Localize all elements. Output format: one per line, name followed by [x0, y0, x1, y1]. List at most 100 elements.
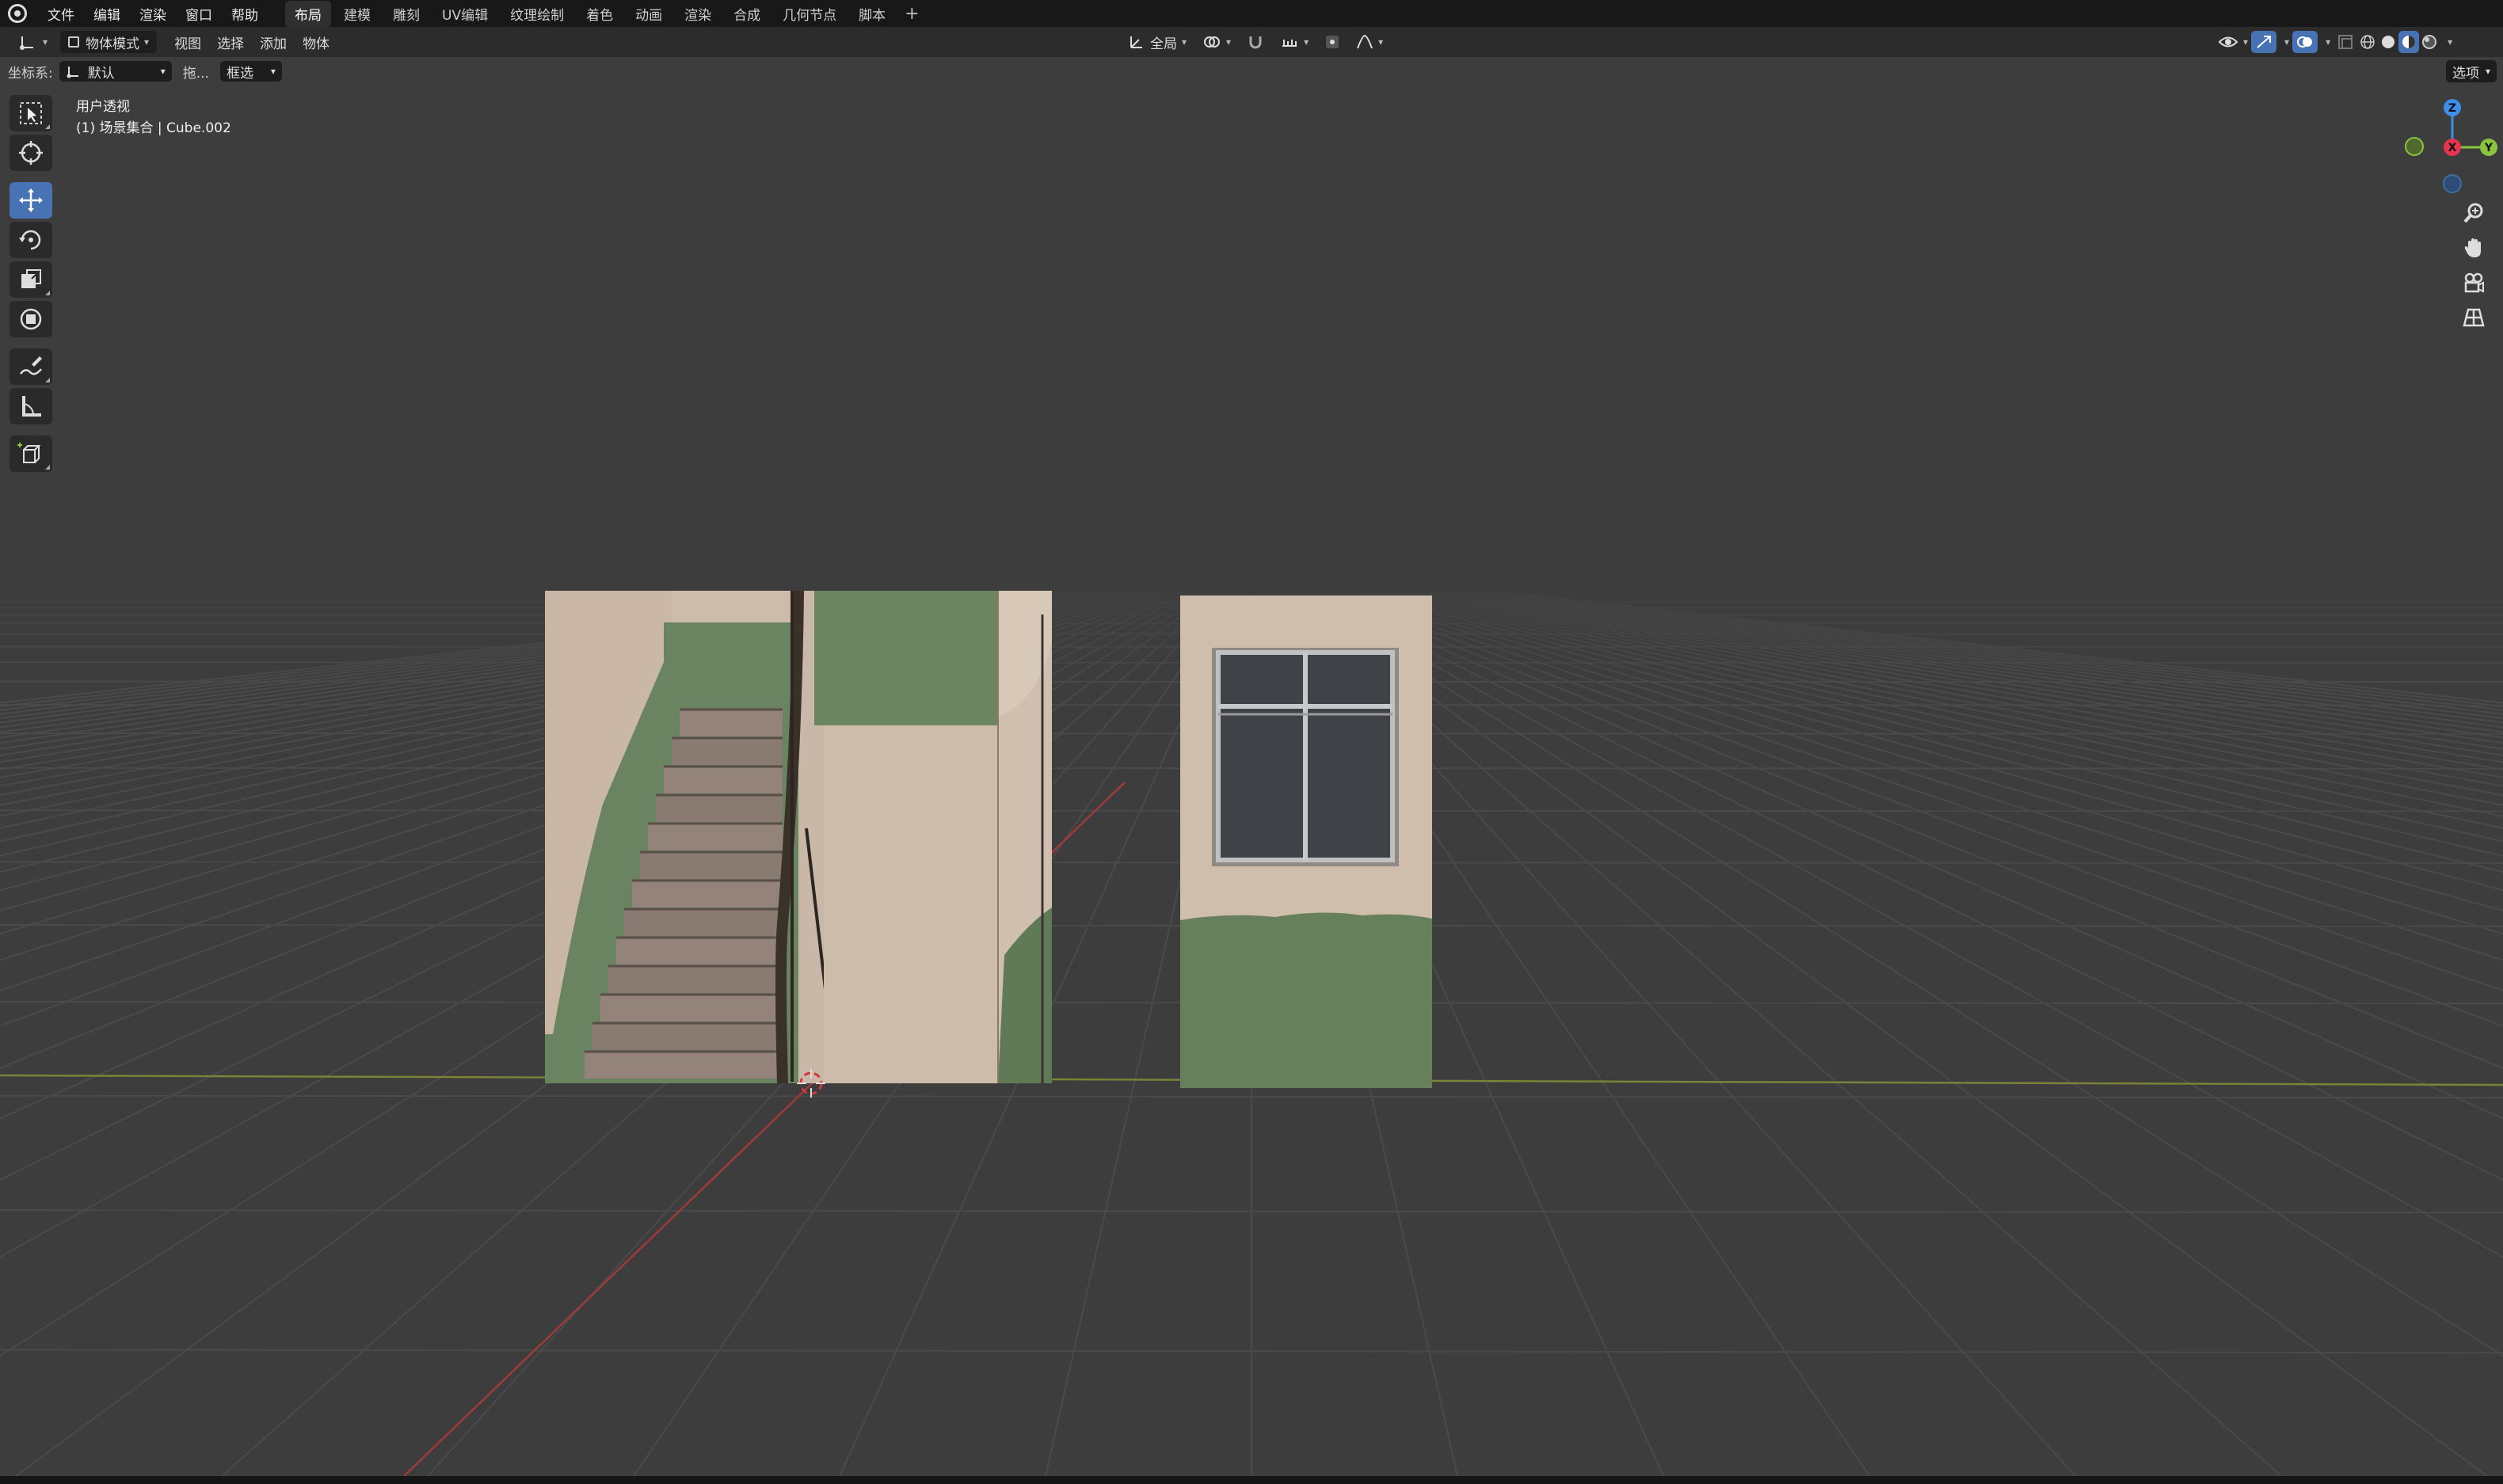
hand-icon: [2464, 238, 2481, 257]
visibility-dropdown[interactable]: ▾: [2215, 31, 2251, 53]
falloff-dropdown[interactable]: ▾: [1348, 31, 1391, 53]
orientation-label: 全局: [1150, 36, 1177, 52]
chevron-down-icon: ▾: [2486, 66, 2491, 77]
blender-logo-icon[interactable]: [8, 4, 27, 23]
tab-shading[interactable]: 着色: [577, 1, 623, 27]
mode-label: 物体模式: [86, 36, 140, 52]
snap-increment-icon: [1282, 40, 1297, 47]
tab-geometry-nodes[interactable]: 几何节点: [773, 1, 846, 27]
pivot-point-dropdown[interactable]: ▾: [1194, 31, 1239, 53]
expand-corner-icon: [45, 124, 50, 129]
menu-render[interactable]: 渲染: [130, 4, 176, 24]
tab-layout[interactable]: 布局: [285, 0, 331, 27]
menu-edit[interactable]: 编辑: [84, 4, 130, 24]
tool-scale[interactable]: [10, 261, 52, 298]
add-workspace-button[interactable]: +: [897, 4, 927, 24]
coord-system-dropdown[interactable]: 默认 ▾: [59, 61, 172, 82]
axis-gizmo[interactable]: Z Y X: [2376, 93, 2503, 204]
chevron-down-icon: ▾: [1226, 36, 1232, 48]
tool-measure[interactable]: [10, 388, 52, 424]
menu-object[interactable]: 物体: [295, 31, 337, 53]
tab-sculpting[interactable]: 雕刻: [383, 1, 429, 27]
transform-orientation-dropdown[interactable]: 全局 ▾: [1120, 31, 1194, 53]
menu-add[interactable]: 添加: [252, 31, 295, 53]
proportional-edit-toggle[interactable]: [1316, 31, 1348, 53]
mode-dropdown[interactable]: 物体模式 ▾: [60, 31, 158, 53]
tool-annotate[interactable]: [10, 348, 52, 385]
ortho-toggle-button[interactable]: [2457, 301, 2490, 334]
snap-target-dropdown[interactable]: ▾: [1272, 31, 1316, 53]
navigation-gizmo[interactable]: Z Y X: [2376, 93, 2503, 204]
tab-animation[interactable]: 动画: [626, 1, 672, 27]
chevron-down-icon: ▾: [1378, 36, 1384, 48]
chevron-down-icon: ▾: [144, 36, 150, 48]
shading-dropdown[interactable]: ▾: [2440, 31, 2455, 53]
top-menu-bar: 文件 编辑 渲染 窗口 帮助 布局 建模 雕刻 UV编辑 纹理绘制 着色 动画 …: [0, 0, 2503, 27]
gizmo-icon: [2257, 36, 2272, 48]
expand-corner-icon: [45, 378, 50, 382]
overlays-toggle[interactable]: [2292, 31, 2318, 53]
stairwell-wall-object[interactable]: [545, 591, 1052, 1094]
rendered-sphere-icon: [2422, 35, 2437, 49]
tool-move[interactable]: [10, 182, 52, 219]
select-mode-dropdown[interactable]: 框选 ▾: [219, 61, 282, 82]
camera-icon: [2464, 272, 2484, 293]
menu-view[interactable]: 视图: [166, 31, 209, 53]
tool-rotate[interactable]: [10, 222, 52, 258]
drag-label: 拖...: [182, 65, 209, 82]
snap-toggle[interactable]: [1239, 31, 1272, 53]
editor-type-icon: [20, 36, 33, 50]
zoom-button[interactable]: [2457, 196, 2490, 230]
editor-type-button[interactable]: ▾: [11, 31, 55, 53]
coord-system-label: 坐标系:: [8, 65, 53, 82]
zoom-icon: [2463, 203, 2483, 223]
chevron-down-icon: ▾: [270, 66, 276, 77]
window-wall-object[interactable]: [1180, 596, 1432, 1088]
select-box-icon: [20, 102, 42, 124]
shading-material-button[interactable]: [2398, 31, 2420, 53]
gizmo-toggle[interactable]: [2251, 31, 2277, 53]
collection-info: (1) 场景集合 | Cube.002: [76, 120, 231, 136]
axis-icon: [67, 67, 78, 78]
tool-cursor[interactable]: [10, 135, 52, 171]
3d-cursor-icon[interactable]: [795, 1067, 827, 1099]
menu-select[interactable]: 选择: [209, 31, 252, 53]
magnet-icon: [1249, 36, 1262, 49]
tab-compositing[interactable]: 合成: [724, 1, 770, 27]
pan-button[interactable]: [2457, 231, 2490, 264]
expand-corner-icon: [45, 291, 50, 295]
gizmo-dropdown[interactable]: ▾: [2276, 31, 2292, 53]
expand-corner-icon: [45, 465, 50, 470]
xray-toggle[interactable]: [2333, 31, 2357, 53]
chevron-down-icon: ▾: [1182, 36, 1187, 48]
camera-view-button[interactable]: [2457, 266, 2490, 299]
tab-rendering[interactable]: 渲染: [675, 1, 721, 27]
shading-rendered-button[interactable]: [2419, 31, 2440, 53]
3d-viewport[interactable]: [0, 86, 2503, 1476]
transform-icon: [20, 308, 42, 330]
menu-help[interactable]: 帮助: [222, 4, 268, 24]
tab-modeling[interactable]: 建模: [334, 1, 380, 27]
tool-shelf: [10, 95, 54, 475]
chevron-down-icon: ▾: [2284, 36, 2290, 48]
menu-file[interactable]: 文件: [38, 4, 84, 24]
overlays-dropdown[interactable]: ▾: [2318, 31, 2333, 53]
status-bar: [0, 1476, 2503, 1484]
tool-settings-bar: 坐标系: 默认 ▾ 拖... 框选 ▾: [0, 57, 2503, 86]
viewport-info-overlay: 用户透视 (1) 场景集合 | Cube.002: [76, 97, 231, 139]
tool-select-box[interactable]: [10, 95, 52, 131]
tool-transform[interactable]: [10, 301, 52, 337]
chevron-down-icon: ▾: [2326, 36, 2331, 48]
options-dropdown[interactable]: 选项 ▾: [2446, 60, 2497, 82]
orientation-icon: [1130, 36, 1142, 48]
menu-window[interactable]: 窗口: [176, 4, 222, 24]
chevron-down-icon: ▾: [2448, 36, 2453, 48]
tool-add-cube[interactable]: [10, 436, 52, 472]
tab-uv-editing[interactable]: UV编辑: [432, 1, 497, 27]
tab-scripting[interactable]: 脚本: [849, 1, 895, 27]
tab-texture-paint[interactable]: 纹理绘制: [501, 1, 573, 27]
shading-solid-button[interactable]: [2378, 31, 2398, 53]
shading-wireframe-button[interactable]: [2357, 31, 2378, 53]
material-sphere-icon: [2402, 36, 2416, 48]
xray-icon: [2338, 35, 2353, 49]
